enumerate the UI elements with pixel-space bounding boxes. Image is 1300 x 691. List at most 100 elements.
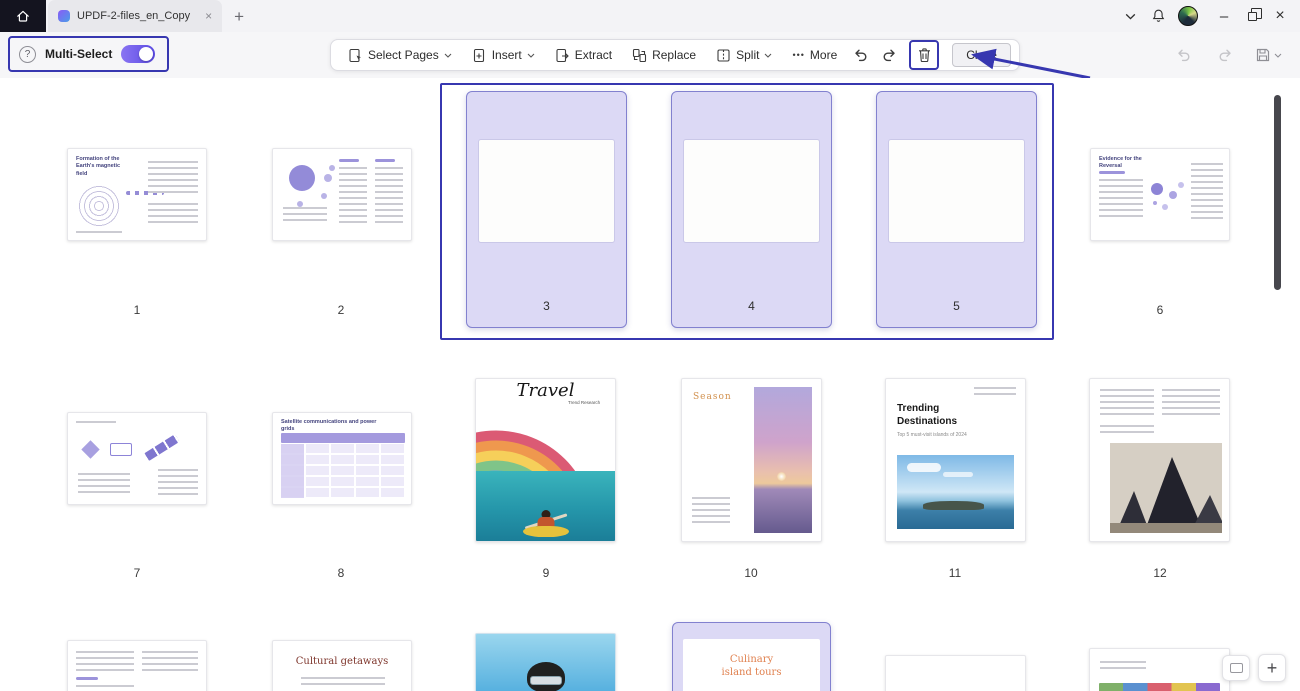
vertical-scrollbar[interactable] xyxy=(1274,95,1281,290)
thumb-decor xyxy=(1099,179,1143,219)
delete-highlight-box[interactable] xyxy=(909,40,939,70)
thumb-decor xyxy=(283,207,327,221)
more-label: More xyxy=(810,48,837,62)
thumb-decor xyxy=(777,472,786,481)
page-thumbnail-12[interactable] xyxy=(1089,378,1230,542)
page-thumbnail-1[interactable]: Formation of the Earth's magnetic field xyxy=(67,148,207,241)
split-icon xyxy=(716,48,731,63)
page-thumbnail-17[interactable] xyxy=(885,655,1026,691)
save-button[interactable] xyxy=(1253,42,1284,68)
help-icon[interactable]: ? xyxy=(19,46,36,63)
page-number: 6 xyxy=(1138,303,1182,317)
thumb-decor xyxy=(76,651,134,671)
split-button[interactable]: Split xyxy=(707,42,781,68)
thumb-decor xyxy=(78,185,120,227)
undo-disabled-button[interactable] xyxy=(1171,42,1197,68)
photo-decor xyxy=(897,455,1014,529)
page-content xyxy=(684,140,819,242)
titlebar: UPDF-2-files_en_Copy × + – × xyxy=(0,0,1300,32)
page-number: 4 xyxy=(672,299,831,313)
thumb-decor xyxy=(76,677,98,680)
page-thumbnail-6[interactable]: Evidence for the Reversal xyxy=(1090,148,1230,241)
select-pages-label: Select Pages xyxy=(368,48,439,62)
tab-title: UPDF-2-files_en_Copy xyxy=(77,10,190,22)
thumb-title: Season xyxy=(693,392,732,402)
thumb-decor xyxy=(281,433,405,443)
thumb-decor xyxy=(142,651,198,671)
page-thumbnail-10[interactable]: Season xyxy=(681,378,822,542)
app-window: UPDF-2-files_en_Copy × + – × ? Multi-Sel… xyxy=(0,0,1300,691)
thumb-title: Cultural getaways xyxy=(273,656,411,667)
page-thumbnail-2[interactable] xyxy=(272,148,412,241)
thumb-decor xyxy=(375,167,403,223)
tab-close-icon[interactable]: × xyxy=(205,10,212,22)
page-thumbnail-9[interactable]: Travel Trend Research xyxy=(475,378,616,542)
trash-icon xyxy=(917,47,932,63)
thumb-decor xyxy=(158,469,198,495)
page-number: 5 xyxy=(877,299,1036,313)
page-thumbnail-14[interactable]: Cultural getaways xyxy=(272,640,412,691)
insert-label: Insert xyxy=(492,48,522,62)
history-save-tools xyxy=(1171,39,1284,71)
page-thumbnail-16-selected[interactable]: Culinary island tours xyxy=(672,622,831,691)
close-button[interactable]: Close xyxy=(952,43,1011,67)
page-number: 2 xyxy=(319,303,363,317)
page-thumbnail-3-selected[interactable]: 3 xyxy=(466,91,627,328)
insert-button[interactable]: Insert xyxy=(463,42,544,68)
thumb-decor xyxy=(375,159,395,162)
thumb-decor xyxy=(1191,163,1223,221)
restore-button[interactable] xyxy=(1238,0,1266,32)
notifications-button[interactable] xyxy=(1144,0,1172,32)
page-thumbnail-18[interactable] xyxy=(1089,648,1230,691)
thumb-decor xyxy=(339,159,359,162)
thumb-decor xyxy=(907,463,941,472)
page-thumbnail-15[interactable] xyxy=(475,633,616,691)
zoom-in-button[interactable]: + xyxy=(1258,654,1286,682)
close-window-button[interactable]: × xyxy=(1266,0,1294,32)
split-label: Split xyxy=(736,48,759,62)
thumb-decor xyxy=(923,501,984,510)
multi-select-toggle[interactable] xyxy=(121,45,155,63)
panel-icon xyxy=(1230,663,1243,673)
minimize-button[interactable]: – xyxy=(1210,0,1238,32)
page-thumbnail-4-selected[interactable]: 4 xyxy=(671,91,832,328)
page-thumbnail-11[interactable]: Trending Destinations Top 5 must-visit i… xyxy=(885,378,1026,542)
thumb-decor xyxy=(530,676,562,685)
undo-icon xyxy=(1176,47,1192,63)
new-tab-button[interactable]: + xyxy=(234,8,244,25)
page-content: Culinary island tours xyxy=(683,639,820,691)
thumb-decor xyxy=(76,231,122,237)
page-organize-toolbar: Select Pages Insert Extract Replace Spli… xyxy=(330,39,1020,71)
page-thumbnail-5-selected[interactable]: 5 xyxy=(876,91,1037,328)
redo-button[interactable] xyxy=(876,42,902,68)
select-pages-button[interactable]: Select Pages xyxy=(339,42,461,68)
more-button[interactable]: ••• More xyxy=(783,42,846,68)
page-thumbnail-8[interactable]: Satellite communications and power grids xyxy=(272,412,412,505)
page-content xyxy=(479,140,614,242)
thumb-decor xyxy=(692,497,730,525)
thumb-title: Culinary island tours xyxy=(714,653,790,679)
user-avatar[interactable] xyxy=(1178,6,1198,26)
document-tab[interactable]: UPDF-2-files_en_Copy × xyxy=(48,0,222,32)
home-icon xyxy=(15,8,31,24)
thumb-decor xyxy=(76,685,134,691)
redo-icon xyxy=(1217,47,1233,63)
replace-button[interactable]: Replace xyxy=(623,42,705,68)
extract-button[interactable]: Extract xyxy=(546,42,621,68)
home-button[interactable] xyxy=(0,0,46,32)
thumb-decor xyxy=(78,473,130,495)
page-thumbnail-13[interactable] xyxy=(67,640,207,691)
page-thumbnail-7[interactable] xyxy=(67,412,207,505)
thumb-decor xyxy=(148,203,198,225)
thumb-title: Trending Destinations xyxy=(897,403,975,428)
thumb-decor xyxy=(1099,683,1220,691)
close-label: Close xyxy=(966,48,997,62)
menu-chevron-button[interactable] xyxy=(1116,0,1144,32)
toolbar-row: ? Multi-Select Select Pages Insert Extra… xyxy=(0,32,1300,78)
undo-button[interactable] xyxy=(848,42,874,68)
thumb-decor xyxy=(1151,183,1163,195)
undo-icon xyxy=(853,47,869,63)
photo-decor xyxy=(1110,443,1222,533)
redo-disabled-button[interactable] xyxy=(1212,42,1238,68)
thumbnail-size-button[interactable] xyxy=(1222,655,1250,681)
